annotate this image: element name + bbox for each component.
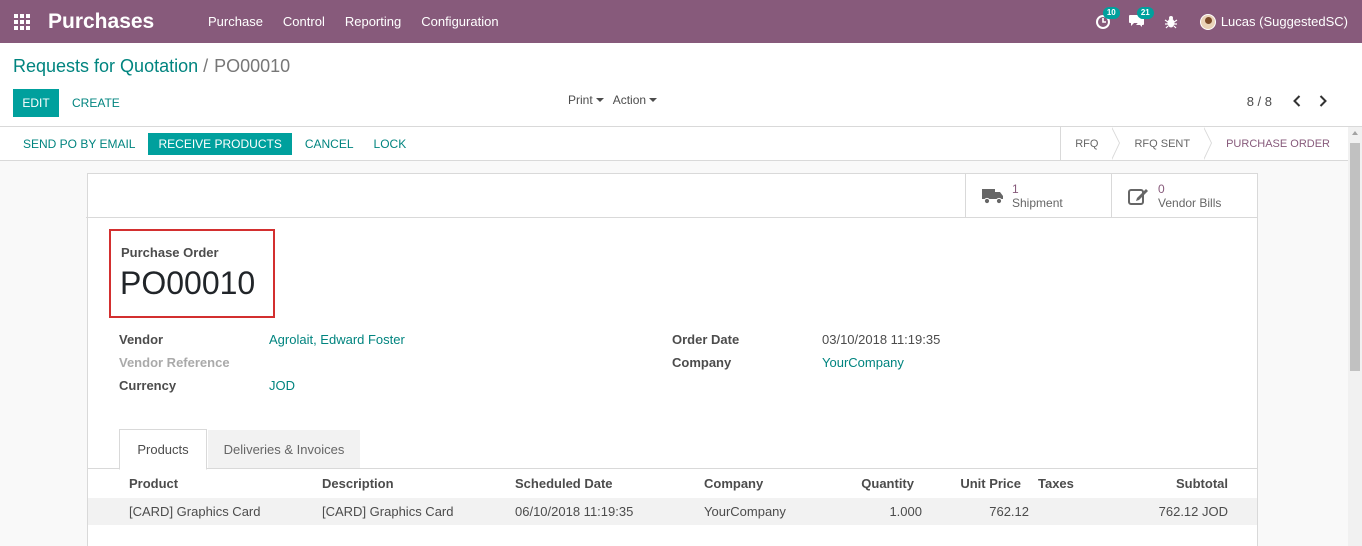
order-lines-header: Product Description Scheduled Date Compa… <box>88 470 1257 498</box>
send-po-email-button[interactable]: SEND PO BY EMAIL <box>13 133 145 155</box>
action-dropdown[interactable]: Action <box>612 93 658 107</box>
avatar <box>1199 13 1216 30</box>
top-navbar: Purchases Purchase Control Reporting Con… <box>0 0 1362 43</box>
order-title-label: Purchase Order <box>121 245 219 260</box>
shipment-label: Shipment <box>1012 196 1063 210</box>
order-date-value: 03/10/2018 11:19:35 <box>822 332 941 347</box>
user-name: Lucas (SuggestedSC) <box>1220 14 1348 29</box>
company-value[interactable]: YourCompany <box>822 355 904 370</box>
activity-badge: 10 <box>1102 7 1120 19</box>
app-title: Purchases <box>48 9 155 33</box>
breadcrumb-current: PO00010 <box>214 56 291 76</box>
print-dropdown[interactable]: Print <box>568 93 604 107</box>
cell-subtotal: 762.12 JOD <box>1158 504 1228 519</box>
vertical-scrollbar[interactable] <box>1348 127 1362 546</box>
vendor-label: Vendor <box>119 332 164 347</box>
stage-rfq: RFQ <box>1061 127 1121 160</box>
tab-products[interactable]: Products <box>119 429 207 470</box>
vendor-bills-count: 0 <box>1158 182 1165 196</box>
cell-company: YourCompany <box>704 504 786 519</box>
receive-products-button[interactable]: RECEIVE PRODUCTS <box>148 133 292 155</box>
column-header-quantity[interactable]: Quantity <box>861 476 914 491</box>
stage-purchase-order: PURCHASE ORDER <box>1226 137 1330 150</box>
action-label: Action <box>612 93 647 107</box>
cancel-button[interactable]: CANCEL <box>295 133 364 155</box>
column-header-product[interactable]: Product <box>129 476 178 491</box>
cell-unit-price: 762.12 <box>989 504 1029 519</box>
cell-product: [CARD] Graphics Card <box>129 504 261 519</box>
header-buttons: SEND PO BY EMAIL RECEIVE PRODUCTS CANCEL… <box>13 133 416 155</box>
messages-icon[interactable]: 21 <box>1120 0 1154 43</box>
vendor-reference-label: Vendor Reference <box>119 355 230 370</box>
stage-rfq-sent: RFQ SENT <box>1112 127 1212 160</box>
scroll-up-arrow-icon[interactable] <box>1352 131 1358 135</box>
activity-clock-icon[interactable]: 10 <box>1086 0 1120 43</box>
breadcrumb-parent[interactable]: Requests for Quotation <box>13 56 198 77</box>
systray: 10 21 Lucas (SuggestedSC) <box>1086 0 1362 43</box>
company-label: Company <box>672 355 732 370</box>
menu-item-reporting[interactable]: Reporting <box>335 0 411 43</box>
control-panel: Requests for Quotation / PO00010 EDIT CR… <box>0 43 1362 127</box>
cell-quantity: 1.000 <box>889 504 922 519</box>
pager: 8 / 8 <box>1247 92 1336 110</box>
scroll-thumb[interactable] <box>1350 143 1360 371</box>
breadcrumb-separator: / <box>203 56 209 76</box>
sidebar-dropdowns: Print Action <box>568 93 658 107</box>
column-header-subtotal[interactable]: Subtotal <box>1176 476 1228 491</box>
shipment-count: 1 <box>1012 182 1019 196</box>
print-label: Print <box>568 93 593 107</box>
create-button[interactable]: CREATE <box>72 89 120 117</box>
column-header-company[interactable]: Company <box>704 476 763 491</box>
main-menu: Purchase Control Reporting Configuration <box>198 0 509 43</box>
form-sheet: 1 Shipment 0 Vendor Bills Purchase Order… <box>86 173 1258 546</box>
order-date-label: Order Date <box>672 332 740 347</box>
cell-scheduled-date: 06/10/2018 11:19:35 <box>515 504 634 519</box>
menu-item-purchase[interactable]: Purchase <box>198 0 273 43</box>
currency-value[interactable]: JOD <box>269 378 295 393</box>
column-header-taxes[interactable]: Taxes <box>1038 476 1074 491</box>
vendor-value[interactable]: Agrolait, Edward Foster <box>269 332 405 347</box>
cell-description: [CARD] Graphics Card <box>322 504 454 519</box>
shipment-smart-button[interactable]: 1 Shipment <box>965 174 1111 218</box>
apps-menu-icon[interactable] <box>0 0 44 43</box>
truck-icon <box>982 184 1012 208</box>
currency-label: Currency <box>119 378 177 393</box>
tab-deliveries-invoices[interactable]: Deliveries & Invoices <box>208 430 360 468</box>
messages-badge: 21 <box>1136 7 1154 19</box>
chevron-right-icon[interactable] <box>1310 92 1336 110</box>
vendor-bills-smart-button[interactable]: 0 Vendor Bills <box>1111 174 1257 218</box>
menu-item-configuration[interactable]: Configuration <box>411 0 508 43</box>
edit-button[interactable]: EDIT <box>13 89 59 117</box>
pager-value[interactable]: 8 / 8 <box>1247 94 1272 109</box>
breadcrumb: Requests for Quotation / PO00010 <box>13 56 290 77</box>
chevron-left-icon[interactable] <box>1284 92 1310 110</box>
order-title-highlight: Purchase Order PO00010 <box>109 229 275 318</box>
order-name: PO00010 <box>120 265 256 301</box>
caret-down-icon <box>595 98 604 102</box>
column-header-unit-price[interactable]: Unit Price <box>960 476 1021 491</box>
status-bar: SEND PO BY EMAIL RECEIVE PRODUCTS CANCEL… <box>0 127 1348 161</box>
edit-pencil-icon <box>1128 184 1158 208</box>
menu-item-control[interactable]: Control <box>273 0 335 43</box>
smart-buttons: 1 Shipment 0 Vendor Bills <box>86 174 1257 218</box>
user-menu[interactable]: Lucas (SuggestedSC) <box>1199 13 1362 30</box>
stage-pipeline: RFQ RFQ SENT PURCHASE ORDER <box>1060 127 1348 160</box>
caret-down-icon <box>649 98 658 102</box>
notebook-tabs: Products Deliveries & Invoices <box>88 429 1257 470</box>
column-header-description[interactable]: Description <box>322 476 394 491</box>
debug-bug-icon[interactable] <box>1154 0 1188 43</box>
lock-button[interactable]: LOCK <box>364 133 417 155</box>
table-row[interactable]: [CARD] Graphics Card [CARD] Graphics Car… <box>88 498 1257 525</box>
vendor-bills-label: Vendor Bills <box>1158 196 1222 210</box>
column-header-scheduled-date[interactable]: Scheduled Date <box>515 476 613 491</box>
